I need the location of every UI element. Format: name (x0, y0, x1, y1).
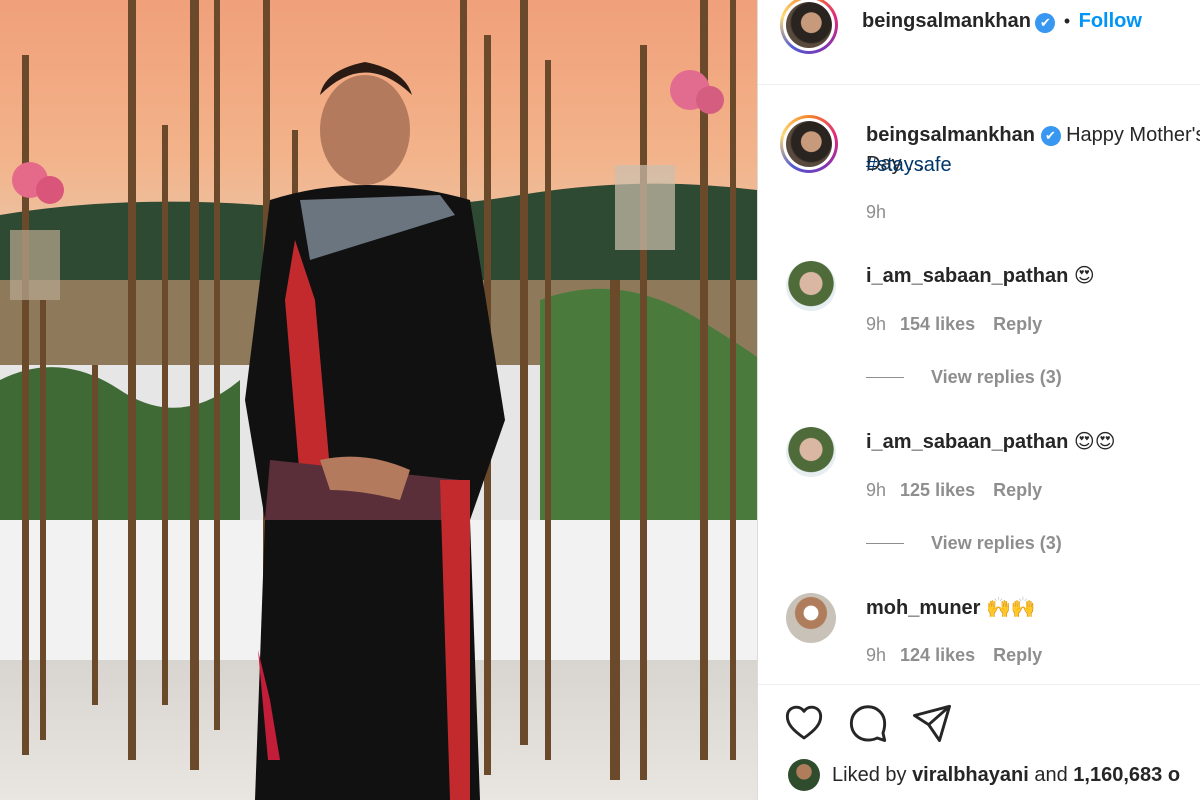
author-username[interactable]: beingsalmankhan (862, 10, 1031, 32)
follow-button[interactable]: Follow (1079, 10, 1142, 32)
caption-avatar[interactable] (780, 115, 838, 173)
post-header: beingsalmankhan ✔ • Follow (758, 0, 1200, 85)
header-separator: • (1063, 11, 1071, 31)
comment-body: i_am_sabaan_pathan 😍 (866, 261, 1095, 291)
view-replies-line (866, 543, 904, 544)
post-side-panel: beingsalmankhan ✔ • Follow beingsalmankh… (758, 0, 1200, 800)
comment-icon[interactable] (848, 703, 888, 743)
liked-by-prefix: Liked by (832, 764, 907, 786)
liked-by-conjunction: and (1034, 764, 1068, 786)
reply-button[interactable]: Reply (993, 645, 1042, 665)
caption-hashtag[interactable]: #staysafe (866, 154, 952, 176)
comment-text: 😍 (1073, 263, 1095, 287)
comment-username[interactable]: moh_muner (866, 597, 980, 619)
caption-hashtag-line: #staysafe (866, 151, 952, 180)
comment-time: 9h (866, 314, 887, 334)
verified-badge-icon: ✔ (1035, 12, 1056, 33)
comment-meta: 9h 124 likes Reply (866, 645, 1042, 666)
caption-avatar-image (786, 121, 832, 167)
caption-time: 9h (866, 202, 887, 222)
comment-text: 🙌🙌 (986, 595, 1036, 619)
comment-body: moh_muner 🙌🙌 (866, 593, 1036, 623)
post-photo[interactable] (0, 0, 757, 800)
heart-icon[interactable] (784, 703, 824, 743)
comment-text: 😍😍 (1073, 429, 1116, 453)
comment-meta: 9h 154 likes Reply (866, 314, 1042, 335)
reply-button[interactable]: Reply (993, 314, 1042, 334)
comment-avatar[interactable] (786, 593, 836, 643)
post-actions: Liked by viralbhayani and 1,160,683 o (758, 684, 1200, 800)
verified-badge-icon: ✔ (1040, 125, 1061, 146)
liked-by-text: Liked by viralbhayani and 1,160,683 o (832, 764, 1180, 787)
view-replies-button[interactable]: View replies (3) (931, 367, 1062, 388)
comment-time: 9h (866, 645, 887, 665)
liked-by-count[interactable]: 1,160,683 o (1073, 764, 1180, 786)
author-avatar[interactable] (780, 0, 838, 54)
author-avatar-image (786, 2, 832, 48)
comment-likes[interactable]: 125 likes (900, 480, 975, 500)
comment-avatar[interactable] (786, 427, 836, 477)
comment-avatar[interactable] (786, 261, 836, 311)
share-icon[interactable] (912, 703, 952, 743)
photo-scene (0, 0, 757, 800)
comment-likes[interactable]: 124 likes (900, 645, 975, 665)
comment-body: i_am_sabaan_pathan 😍😍 (866, 427, 1116, 457)
reply-button[interactable]: Reply (993, 480, 1042, 500)
liked-by-user[interactable]: viralbhayani (912, 764, 1029, 786)
view-replies-line (866, 377, 904, 378)
comment-username[interactable]: i_am_sabaan_pathan (866, 265, 1068, 287)
comments-section[interactable]: beingsalmankhan ✔ Happy Mother's Day . .… (758, 85, 1200, 685)
view-replies-button[interactable]: View replies (3) (931, 533, 1062, 554)
comment-meta: 9h 125 likes Reply (866, 480, 1042, 501)
comment-username[interactable]: i_am_sabaan_pathan (866, 431, 1068, 453)
comment-likes[interactable]: 154 likes (900, 314, 975, 334)
comment-time: 9h (866, 480, 887, 500)
caption-username[interactable]: beingsalmankhan (866, 124, 1035, 146)
liker-avatar[interactable] (788, 759, 820, 791)
